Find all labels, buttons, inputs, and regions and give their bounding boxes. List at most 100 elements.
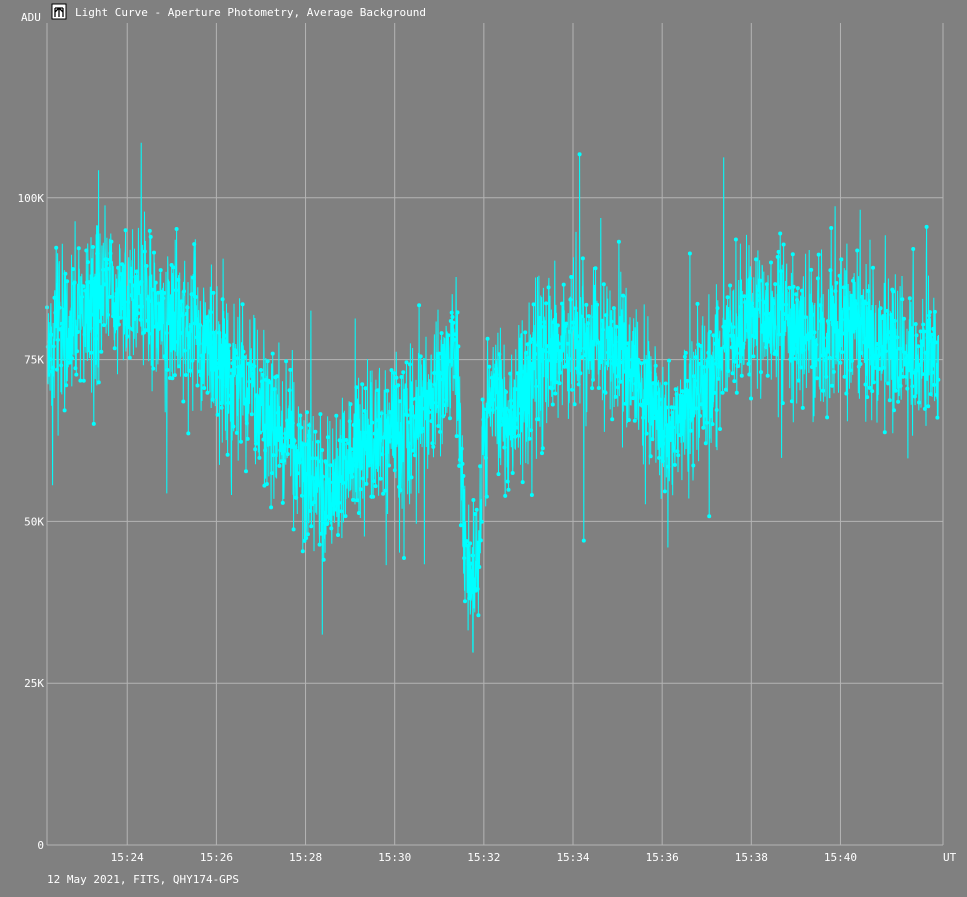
data-point bbox=[687, 251, 692, 256]
data-point bbox=[483, 436, 488, 441]
data-point bbox=[178, 331, 183, 335]
data-point bbox=[886, 330, 891, 335]
data-point bbox=[565, 341, 570, 346]
data-point bbox=[70, 267, 75, 272]
data-point bbox=[234, 430, 239, 435]
data-point bbox=[379, 411, 384, 416]
data-point bbox=[101, 267, 105, 272]
data-point bbox=[519, 387, 524, 392]
data-point bbox=[58, 327, 63, 332]
data-point bbox=[728, 333, 733, 338]
data-point bbox=[454, 434, 459, 439]
data-point bbox=[235, 356, 240, 361]
data-point bbox=[288, 367, 293, 372]
data-point bbox=[60, 321, 64, 326]
data-point bbox=[801, 348, 806, 353]
data-point bbox=[98, 319, 103, 324]
data-point bbox=[914, 333, 919, 338]
data-point bbox=[517, 401, 522, 406]
data-point bbox=[871, 265, 875, 270]
data-point bbox=[111, 310, 116, 314]
data-point bbox=[312, 500, 317, 504]
data-point bbox=[190, 358, 195, 363]
data-point bbox=[500, 407, 505, 412]
data-point bbox=[198, 373, 203, 378]
data-point bbox=[156, 290, 161, 295]
data-point bbox=[48, 357, 53, 362]
data-point bbox=[61, 307, 66, 312]
data-point bbox=[575, 366, 580, 371]
data-point bbox=[594, 336, 599, 341]
data-point bbox=[161, 296, 166, 301]
data-point bbox=[923, 350, 928, 355]
app-logo-icon[interactable] bbox=[51, 3, 67, 20]
data-point bbox=[558, 370, 563, 375]
data-point bbox=[503, 493, 508, 498]
data-point bbox=[351, 423, 356, 427]
data-point bbox=[251, 371, 256, 376]
data-point bbox=[867, 385, 872, 390]
data-point bbox=[663, 381, 668, 386]
footer-caption: 12 May 2021, FITS, QHY174-GPS bbox=[47, 873, 239, 886]
data-point bbox=[429, 419, 434, 424]
data-point bbox=[87, 299, 92, 304]
data-point bbox=[281, 458, 286, 463]
data-point bbox=[221, 362, 226, 367]
data-point bbox=[815, 376, 819, 381]
data-point bbox=[68, 319, 73, 324]
data-point bbox=[295, 471, 300, 476]
data-point bbox=[793, 356, 798, 361]
data-point bbox=[795, 298, 799, 302]
data-point bbox=[796, 378, 801, 383]
data-point bbox=[728, 283, 733, 288]
data-point bbox=[789, 399, 794, 404]
data-point bbox=[353, 455, 358, 460]
data-point bbox=[241, 349, 246, 354]
data-point bbox=[186, 431, 191, 436]
data-point bbox=[727, 319, 732, 324]
data-point bbox=[265, 359, 270, 364]
data-point bbox=[485, 336, 490, 341]
data-point bbox=[364, 481, 369, 486]
data-point bbox=[769, 310, 774, 314]
data-point bbox=[516, 433, 521, 438]
data-point bbox=[479, 519, 484, 524]
data-point bbox=[313, 429, 318, 434]
data-point bbox=[906, 353, 911, 358]
data-point bbox=[773, 282, 778, 287]
data-point bbox=[682, 354, 687, 359]
data-point bbox=[753, 335, 758, 340]
data-point bbox=[649, 421, 654, 426]
data-point bbox=[65, 337, 70, 342]
data-point bbox=[590, 386, 595, 391]
data-point bbox=[654, 382, 659, 386]
data-point bbox=[897, 346, 902, 351]
data-point bbox=[269, 471, 274, 476]
data-point bbox=[777, 332, 782, 337]
data-point bbox=[347, 419, 352, 424]
data-point bbox=[50, 369, 54, 374]
data-point bbox=[747, 372, 752, 377]
data-point bbox=[91, 421, 96, 426]
data-point bbox=[723, 387, 728, 392]
data-point bbox=[838, 360, 843, 365]
data-point bbox=[766, 339, 771, 344]
data-point bbox=[682, 415, 687, 420]
data-point bbox=[570, 320, 575, 325]
data-point bbox=[763, 300, 768, 305]
data-point bbox=[606, 350, 610, 355]
data-point bbox=[202, 386, 207, 390]
data-point bbox=[228, 393, 233, 398]
data-point bbox=[504, 390, 508, 394]
data-point bbox=[888, 336, 893, 341]
data-point bbox=[814, 342, 819, 347]
data-point bbox=[872, 353, 877, 358]
data-point bbox=[318, 412, 323, 417]
data-point bbox=[626, 418, 631, 422]
data-point bbox=[849, 293, 854, 298]
data-point bbox=[207, 347, 212, 352]
y-tick-label: 25K bbox=[24, 677, 44, 690]
data-point bbox=[438, 371, 443, 376]
data-point bbox=[234, 351, 238, 355]
data-point bbox=[179, 299, 184, 304]
